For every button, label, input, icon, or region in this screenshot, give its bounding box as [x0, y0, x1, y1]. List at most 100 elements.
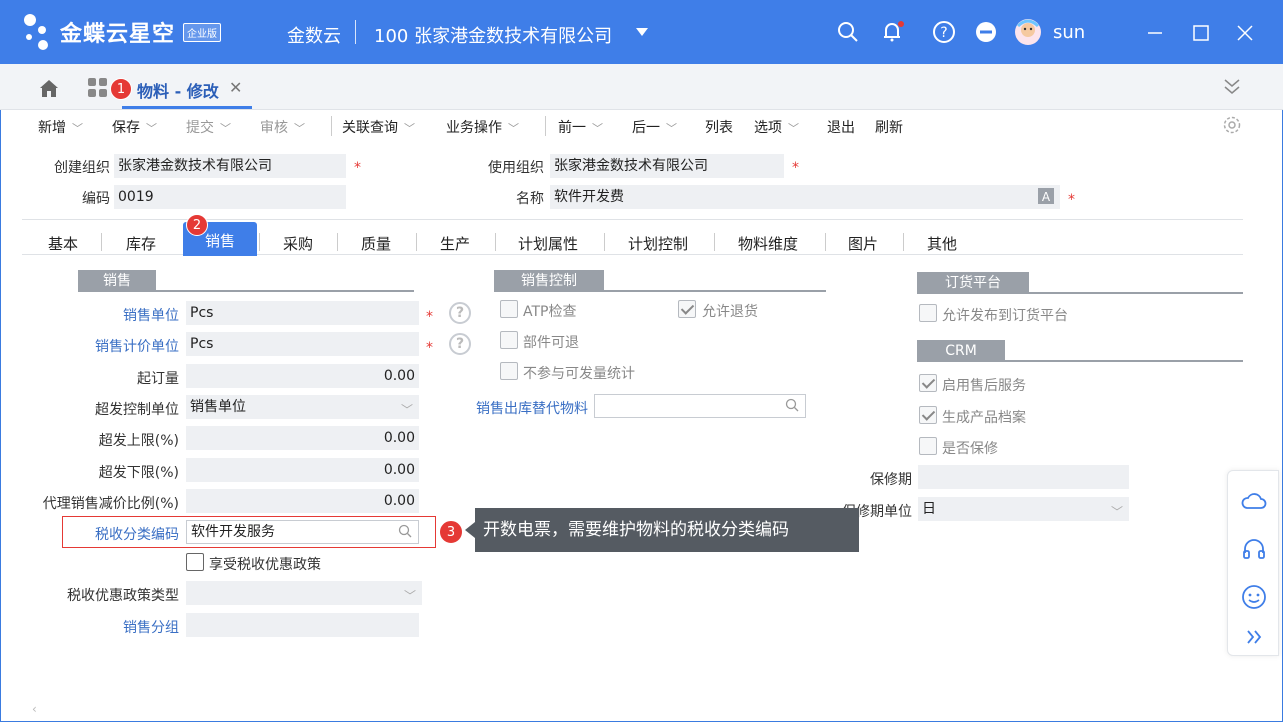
smile-icon[interactable] — [1240, 583, 1268, 611]
username[interactable]: sun — [1053, 22, 1085, 43]
min-order-field[interactable]: 0.00 — [186, 364, 419, 388]
no-avail-stat-checkbox[interactable] — [500, 362, 518, 380]
allow-return-checkbox[interactable] — [678, 300, 696, 318]
cloud-icon[interactable] — [1240, 487, 1268, 515]
tab-plan-attr[interactable]: 计划属性 — [518, 233, 578, 254]
multilang-icon[interactable]: A — [1038, 188, 1054, 212]
help-icon[interactable]: ? — [449, 302, 471, 324]
home-icon[interactable] — [38, 78, 60, 102]
help-icon[interactable]: ? — [449, 333, 471, 355]
sales-unit-field[interactable]: Pcs — [186, 301, 419, 325]
tab-divider — [604, 233, 605, 251]
expand-chevron-icon[interactable] — [1240, 623, 1268, 651]
tab-divider — [903, 233, 904, 251]
bell-icon[interactable] — [878, 18, 906, 46]
warranty-checkbox[interactable] — [919, 437, 937, 455]
tax-code-field[interactable]: 软件开发服务 — [186, 520, 419, 544]
business-ops-button[interactable]: 业务操作 ﹀ — [446, 117, 519, 137]
avatar[interactable] — [1014, 18, 1042, 46]
search-icon[interactable] — [398, 524, 412, 538]
related-query-button[interactable]: 关联查询 ﹀ — [342, 117, 415, 137]
atp-check-checkbox[interactable] — [500, 300, 518, 318]
refresh-button[interactable]: 刷新 — [875, 117, 903, 137]
company-dropdown-icon[interactable] — [628, 18, 656, 46]
logo-text: 金蝶云星空 — [60, 22, 176, 47]
search-icon[interactable] — [785, 398, 799, 412]
section-line — [78, 290, 414, 292]
agent-discount-label: 代理销售减价比例(%) — [42, 496, 179, 512]
scroll-left-icon[interactable]: ‹ — [32, 702, 37, 716]
search-icon[interactable] — [834, 18, 862, 46]
apps-grid-icon[interactable] — [88, 78, 108, 102]
svg-text:?: ? — [940, 25, 947, 41]
close-icon[interactable] — [1230, 18, 1260, 48]
minimize-icon[interactable] — [1140, 18, 1170, 48]
tax-code-label[interactable]: 税收分类编码 — [30, 524, 179, 544]
over-ctrl-unit-select[interactable]: 销售单位 ﹀ — [186, 395, 419, 419]
collapse-chevron-icon[interactable] — [1222, 76, 1242, 100]
tab-other[interactable]: 其他 — [927, 233, 957, 254]
sales-unit-label[interactable]: 销售单位 — [30, 305, 179, 325]
over-lower-field[interactable]: 0.00 — [186, 458, 419, 482]
use-org-field[interactable]: 张家港金数技术有限公司 — [550, 154, 784, 178]
more-icon[interactable] — [972, 18, 1000, 46]
options-button[interactable]: 选项 ﹀ — [754, 117, 799, 137]
name-field[interactable]: 软件开发费 A — [550, 185, 1060, 209]
tab-divider — [101, 233, 102, 251]
tab-plan-control[interactable]: 计划控制 — [628, 233, 688, 254]
tax-pref-type-select[interactable]: ﹀ — [186, 581, 422, 605]
tab-purchase[interactable]: 采购 — [283, 233, 313, 254]
after-sales-checkbox[interactable] — [919, 374, 937, 392]
sub-material-label[interactable]: 销售出库替代物料 — [460, 398, 588, 418]
code-field[interactable]: 0019 — [114, 185, 346, 209]
tab-inventory[interactable]: 库存 — [126, 233, 156, 254]
prev-button[interactable]: 前一 ﹀ — [558, 117, 603, 137]
audit-button[interactable]: 审核 ﹀ — [260, 117, 305, 137]
name-label: 名称 — [516, 191, 544, 207]
active-tab-indicator — [122, 106, 252, 109]
tab-material-edit[interactable]: 物料 - 修改 — [137, 78, 219, 102]
sales-group-field[interactable] — [186, 613, 419, 637]
tab-quality[interactable]: 质量 — [361, 233, 391, 254]
allow-return-label: 允许退货 — [702, 304, 758, 320]
tab-divider — [337, 233, 338, 251]
maximize-icon[interactable] — [1186, 18, 1216, 48]
allow-publish-checkbox[interactable] — [919, 304, 937, 322]
tax-pref-checkbox[interactable] — [186, 553, 204, 571]
allow-publish-label: 允许发布到订货平台 — [942, 308, 1068, 324]
list-button[interactable]: 列表 — [705, 117, 733, 137]
tab-close-icon[interactable]: ✕ — [229, 78, 242, 97]
warranty-period-field[interactable] — [918, 465, 1129, 489]
help-icon[interactable]: ? — [930, 18, 958, 46]
cloud-name[interactable]: 金数云 — [287, 22, 341, 48]
tab-production[interactable]: 生产 — [440, 233, 470, 254]
sub-material-field[interactable] — [594, 394, 806, 418]
new-button[interactable]: 新增 ﹀ — [38, 117, 83, 137]
create-org-field[interactable]: 张家港金数技术有限公司 — [114, 154, 346, 178]
product-file-checkbox[interactable] — [919, 406, 937, 424]
submit-button[interactable]: 提交 ﹀ — [186, 117, 231, 137]
next-button[interactable]: 后一 ﹀ — [632, 117, 677, 137]
use-org-label: 使用组织 — [488, 160, 544, 176]
save-button[interactable]: 保存 ﹀ — [112, 117, 157, 137]
sales-price-unit-field[interactable]: Pcs — [186, 332, 419, 356]
settings-gear-icon[interactable] — [1222, 115, 1242, 139]
sales-group-label[interactable]: 销售分组 — [30, 617, 179, 637]
tab-basic[interactable]: 基本 — [48, 233, 78, 254]
part-return-label: 部件可退 — [523, 335, 579, 351]
over-upper-field[interactable]: 0.00 — [186, 426, 419, 450]
tax-pref-type-label: 税收优惠政策类型 — [67, 588, 179, 604]
company-selector[interactable]: 100 张家港金数技术有限公司 — [374, 22, 612, 48]
headset-icon[interactable] — [1240, 535, 1268, 563]
tab-divider — [416, 233, 417, 251]
exit-button[interactable]: 退出 — [827, 117, 855, 137]
part-return-checkbox[interactable] — [500, 331, 518, 349]
tab-image[interactable]: 图片 — [848, 233, 878, 254]
chevron-down-icon: ﹀ — [1110, 505, 1123, 519]
agent-discount-field[interactable]: 0.00 — [186, 489, 419, 513]
product-file-label: 生成产品档案 — [942, 410, 1026, 426]
tab-divider — [714, 233, 715, 251]
tab-material-dim[interactable]: 物料维度 — [738, 233, 798, 254]
sales-price-unit-label[interactable]: 销售计价单位 — [30, 336, 179, 356]
warranty-unit-select[interactable]: 日 ﹀ — [918, 497, 1129, 521]
